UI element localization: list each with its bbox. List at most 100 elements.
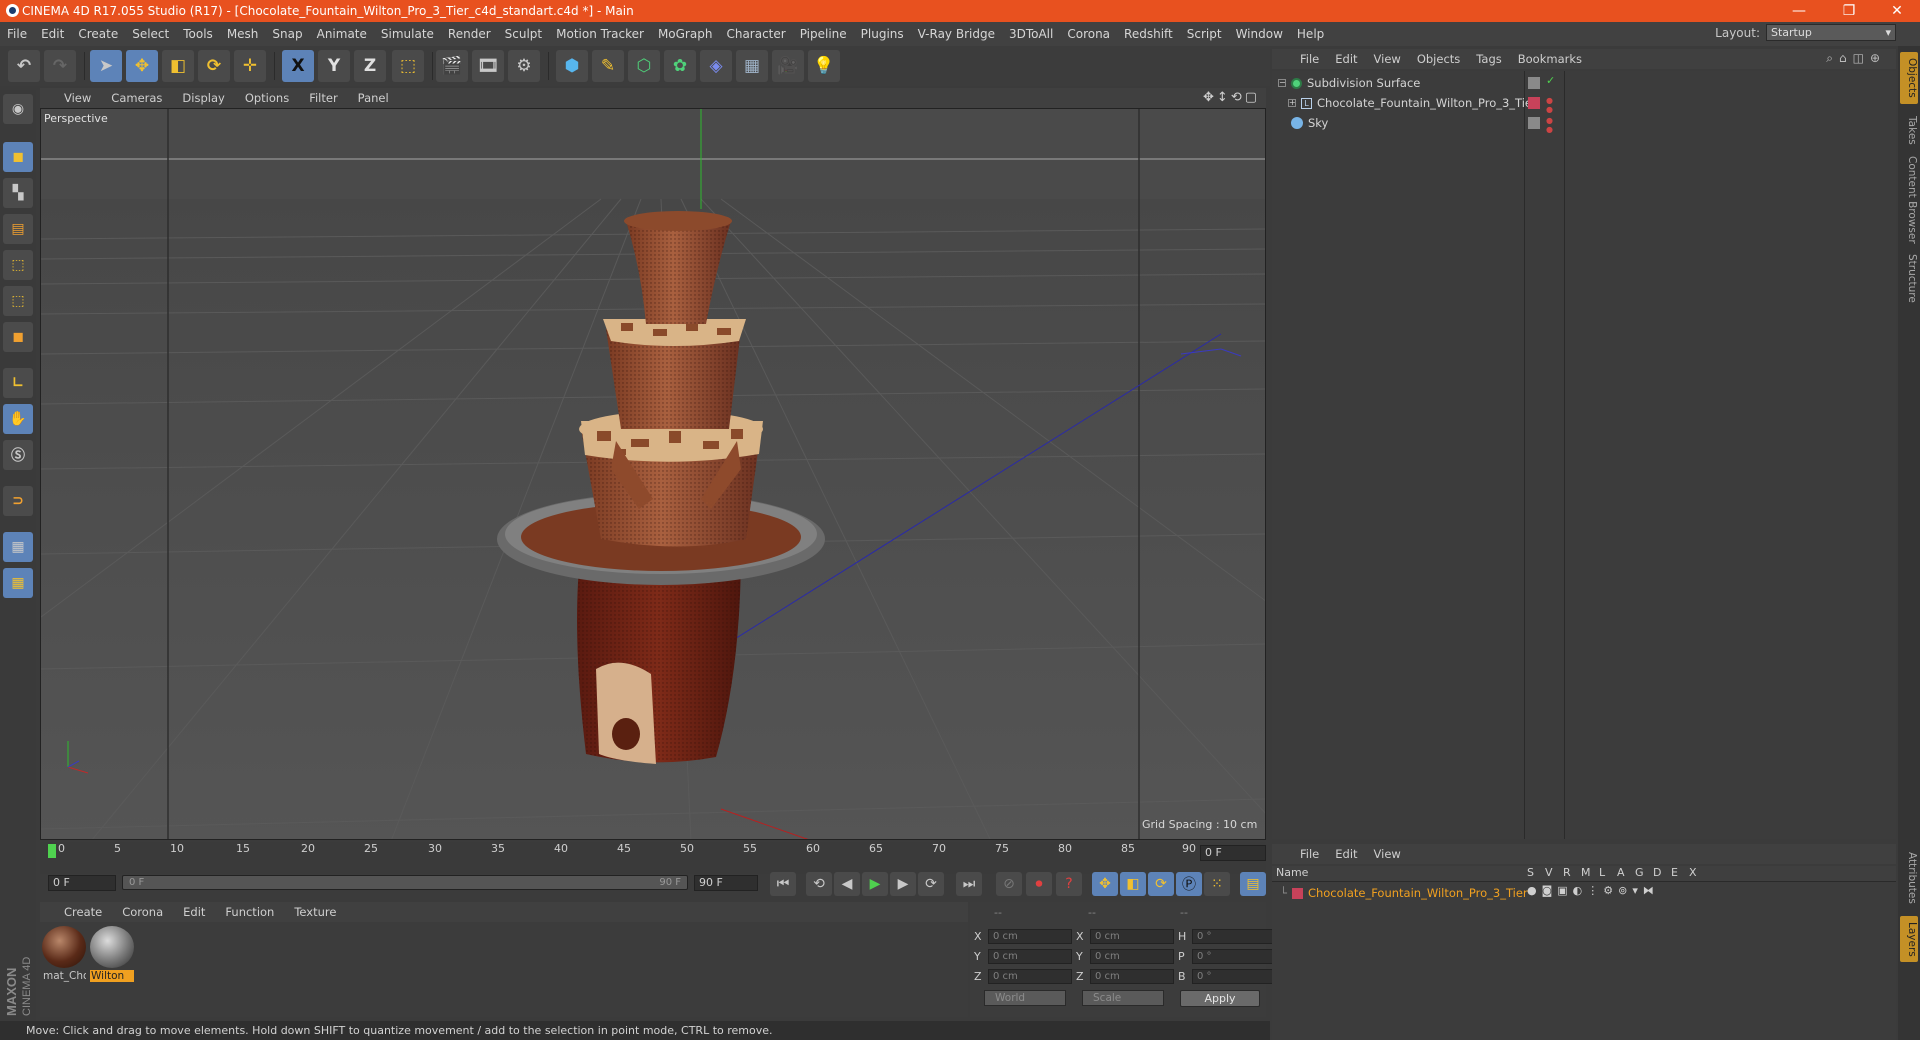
key-scale-icon[interactable]: ◧ — [1120, 872, 1146, 896]
column-view[interactable]: V — [1545, 866, 1553, 879]
tab-layers[interactable]: Layers — [1900, 916, 1918, 962]
key-rotation-icon[interactable]: ⟳ — [1148, 872, 1174, 896]
visibility-dots-icon[interactable]: ● ● — [1546, 116, 1553, 134]
enabled-check-icon[interactable]: ✓ — [1546, 74, 1555, 87]
previous-frame-icon[interactable]: ◀ — [834, 872, 860, 896]
coordinate-space-dropdown[interactable]: World — [984, 990, 1066, 1006]
size-y-field[interactable]: 0 cm — [1090, 948, 1174, 964]
3d-viewport[interactable] — [40, 108, 1266, 840]
tab-objects[interactable]: Objects — [1900, 52, 1918, 104]
expand-toggle-icon[interactable]: + — [1288, 99, 1296, 107]
menu-file[interactable]: File — [0, 27, 34, 41]
column-locked[interactable]: L — [1599, 866, 1605, 879]
menu-render[interactable]: Render — [441, 27, 498, 41]
om-search-home-icons[interactable]: ⌕⌂◫⊕ — [1826, 51, 1886, 66]
workplane-lock-icon[interactable]: ▦ — [3, 532, 33, 562]
tab-content-browser[interactable]: Content Browser — [1900, 156, 1918, 244]
current-frame-field[interactable]: 0 F — [1200, 845, 1266, 861]
maximize-button[interactable]: ❐ — [1826, 0, 1872, 22]
playhead-marker[interactable] — [48, 844, 56, 858]
om-menu-objects[interactable]: Objects — [1409, 52, 1468, 66]
layer-row-chocolate-fountain[interactable]: └ Chocolate_Fountain_Wilton_Pro_3_Tier — [1280, 884, 1528, 902]
menu-create[interactable]: Create — [71, 27, 125, 41]
om-menu-bookmarks[interactable]: Bookmarks — [1510, 52, 1590, 66]
menu-redshift[interactable]: Redshift — [1117, 27, 1180, 41]
render-picture-viewer-icon[interactable]: 🎞 — [472, 50, 504, 82]
deformer-icon[interactable]: ◈ — [700, 50, 732, 82]
start-frame-field[interactable]: 0 F — [48, 875, 116, 891]
record-keys-disabled-icon[interactable]: ⊘ — [996, 872, 1022, 896]
material-menu-create[interactable]: Create — [54, 905, 112, 919]
menu-mesh[interactable]: Mesh — [220, 27, 266, 41]
layer-tag-icon[interactable] — [1528, 77, 1540, 89]
rotation-h-field[interactable]: 0 ° — [1192, 928, 1276, 944]
viewport-menu-cameras[interactable]: Cameras — [101, 91, 172, 105]
edges-mode-icon[interactable]: ⬚ — [3, 286, 33, 316]
menu-select[interactable]: Select — [125, 27, 176, 41]
menu-motion-tracker[interactable]: Motion Tracker — [549, 27, 651, 41]
axis-mode-icon[interactable]: ∟ — [3, 368, 33, 398]
scale-tool-icon[interactable]: ◧ — [162, 50, 194, 82]
camera-icon[interactable]: 🎥 — [772, 50, 804, 82]
column-solo[interactable]: S — [1527, 866, 1534, 879]
size-z-field[interactable]: 0 cm — [1090, 968, 1174, 984]
menu-tools[interactable]: Tools — [176, 27, 220, 41]
texture-mode-icon[interactable]: ▚ — [3, 178, 33, 208]
column-deformers[interactable]: D — [1653, 866, 1661, 879]
menu-plugins[interactable]: Plugins — [854, 27, 911, 41]
layer-flag-icons[interactable]: ●◙▣◐⋮⚙⊚▾⧓ — [1527, 884, 1659, 897]
material-swatch-mat-cho[interactable]: mat_Cho — [42, 926, 86, 986]
menu-mograph[interactable]: MoGraph — [651, 27, 720, 41]
minimize-button[interactable]: — — [1776, 0, 1822, 22]
object-row-subdivision-surface[interactable]: − Subdivision Surface — [1278, 74, 1420, 92]
planar-workplane-icon[interactable]: ▦ — [3, 568, 33, 598]
move-tool-icon[interactable]: ✥ — [126, 50, 158, 82]
x-axis-lock-icon[interactable]: X — [282, 50, 314, 82]
viewport-menu-options[interactable]: Options — [235, 91, 299, 105]
layer-tag-icon[interactable] — [1528, 117, 1540, 129]
material-tag-icon[interactable] — [1528, 97, 1540, 109]
menu-script[interactable]: Script — [1180, 27, 1229, 41]
menu-character[interactable]: Character — [719, 27, 792, 41]
viewport-menu-panel[interactable]: Panel — [348, 91, 399, 105]
polygons-mode-icon[interactable]: ◼ — [3, 322, 33, 352]
column-render[interactable]: R — [1563, 866, 1571, 879]
material-manager-area[interactable] — [40, 922, 968, 1017]
key-parameter-icon[interactable]: Ⓟ — [1176, 872, 1202, 896]
select-arrow-icon[interactable]: ➤ — [90, 50, 122, 82]
size-x-field[interactable]: 0 cm — [1090, 928, 1174, 944]
redo-icon[interactable]: ↷ — [44, 50, 76, 82]
lm-menu-view[interactable]: View — [1366, 847, 1409, 861]
timeline-window-icon[interactable]: ▤ — [1240, 872, 1266, 896]
tab-attributes[interactable]: Attributes — [1900, 846, 1918, 910]
object-row-sky[interactable]: Sky — [1278, 114, 1328, 132]
workplane-mode-icon[interactable]: ▤ — [3, 214, 33, 244]
om-menu-file[interactable]: File — [1292, 52, 1327, 66]
menu-window[interactable]: Window — [1229, 27, 1290, 41]
column-xrefs[interactable]: X — [1689, 866, 1697, 879]
material-menu-texture[interactable]: Texture — [284, 905, 346, 919]
position-x-field[interactable]: 0 cm — [988, 928, 1072, 944]
go-to-start-icon[interactable]: ⏮ — [770, 872, 796, 896]
undo-icon[interactable]: ↶ — [8, 50, 40, 82]
om-menu-tags[interactable]: Tags — [1468, 52, 1509, 66]
close-button[interactable]: ✕ — [1874, 0, 1920, 22]
menu-help[interactable]: Help — [1290, 27, 1331, 41]
column-animation[interactable]: A — [1617, 866, 1625, 879]
subdivision-nurbs-icon[interactable]: ⬡ — [628, 50, 660, 82]
viewport-menu-view[interactable]: View — [54, 91, 101, 105]
next-key-icon[interactable]: ⟳ — [918, 872, 944, 896]
go-to-end-icon[interactable]: ⏭ — [956, 872, 982, 896]
menu-sculpt[interactable]: Sculpt — [498, 27, 549, 41]
material-menu-edit[interactable]: Edit — [173, 905, 215, 919]
visibility-dots-icon[interactable]: ● ● — [1546, 96, 1553, 114]
end-frame-field[interactable]: 90 F — [694, 875, 758, 891]
position-z-field[interactable]: 0 cm — [988, 968, 1072, 984]
layout-dropdown[interactable]: Startup — [1766, 24, 1896, 41]
lm-menu-file[interactable]: File — [1292, 847, 1327, 861]
record-active-icon[interactable]: ⏺ — [1026, 872, 1052, 896]
z-axis-lock-icon[interactable]: Z — [354, 50, 386, 82]
make-editable-icon[interactable]: ◉ — [3, 94, 33, 124]
render-settings-icon[interactable]: ⚙ — [508, 50, 540, 82]
menu-animate[interactable]: Animate — [310, 27, 374, 41]
